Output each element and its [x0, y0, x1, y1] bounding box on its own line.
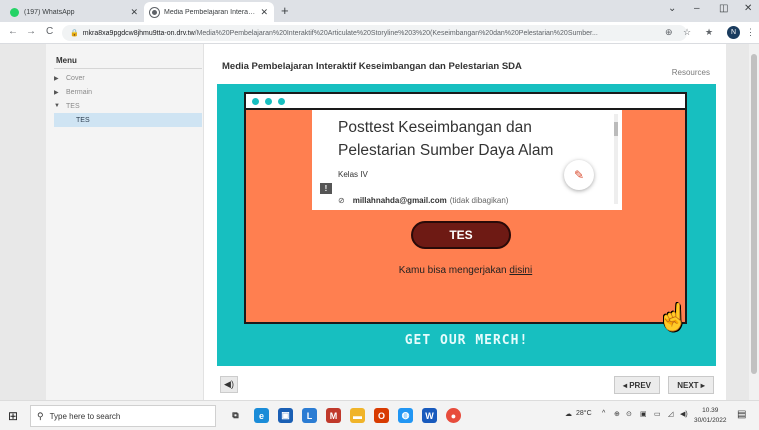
address-bar-row: ← → C 🔒 mkra8xa9pgdcw8jhmu9tta-on.drv.tw…	[0, 22, 759, 44]
tab-title: (197) WhatsApp	[24, 8, 75, 16]
weather-temp[interactable]: 28°C	[576, 410, 592, 417]
storyline-player: Menu ▶ Cover ▶ Bermain ▼ TES TES Media P…	[46, 44, 726, 400]
minimize-button[interactable]: –	[694, 3, 700, 14]
window-dot	[265, 98, 272, 105]
file-explorer-icon[interactable]: ▬	[350, 408, 365, 423]
pencil-icon[interactable]: ✎	[564, 160, 594, 190]
form-email-row: ⊘ millahnahda@gmail.com (tidak dibagikan…	[338, 196, 508, 205]
page-viewport: Menu ▶ Cover ▶ Bermain ▼ TES TES Media P…	[0, 44, 759, 400]
merch-banner[interactable]: GET OUR MERCH!	[217, 333, 716, 348]
forward-button[interactable]: →	[26, 26, 36, 37]
profile-avatar[interactable]: N	[727, 26, 740, 39]
menu-item-label: Bermain	[66, 88, 93, 96]
menu-item-cover[interactable]: ▶ Cover	[54, 71, 202, 85]
menu-divider	[54, 68, 202, 69]
close-tab-icon[interactable]: ✕	[260, 7, 268, 18]
slide-title: Media Pembelajaran Interaktif Keseimbang…	[222, 61, 522, 72]
reload-button[interactable]: C	[46, 26, 53, 37]
close-tab-icon[interactable]: ✕	[130, 7, 138, 18]
new-tab-button[interactable]: +	[281, 3, 289, 18]
expand-arrow-icon: ▶	[54, 89, 59, 96]
bookmark-star-icon[interactable]: ☆	[683, 27, 691, 38]
menu-item-bermain[interactable]: ▶ Bermain	[54, 85, 202, 99]
mcafee-icon[interactable]: M	[326, 408, 341, 423]
volume-button[interactable]: ◀)	[220, 376, 238, 393]
slide-canvas: Posttest Keseimbangan dan Pelestarian Su…	[217, 84, 716, 366]
search-icon: ⚲	[37, 410, 44, 421]
chrome-icon[interactable]: ●	[446, 408, 461, 423]
eye-off-icon: ⊘	[338, 196, 345, 205]
google-form-preview[interactable]: Posttest Keseimbangan dan Pelestarian Su…	[312, 110, 622, 210]
weather-icon: ☁	[565, 411, 572, 418]
tray-app-icon[interactable]: ⊕	[614, 410, 620, 418]
windows-start-icon[interactable]: ⊞	[8, 409, 18, 423]
browser-menu-icon[interactable]: ⋮	[746, 27, 755, 38]
form-not-shared: (tidak dibagikan)	[449, 196, 509, 205]
clock-time: 10.39	[702, 407, 719, 414]
tray-app-icon[interactable]: ⊙	[626, 410, 632, 418]
menu-title: Menu	[56, 56, 77, 65]
url-input[interactable]: 🔒 mkra8xa9pgdcw8jhmu9tta-on.drv.tw/Media…	[62, 25, 687, 41]
system-clock[interactable]: 10.39 30/01/2022	[694, 406, 727, 426]
task-view-icon[interactable]: ⧉	[228, 408, 243, 423]
window-titlebar	[244, 92, 687, 110]
url-domain: mkra8xa9pgdcw8jhmu9tta-on.drv.tw	[82, 29, 195, 37]
tray-chevron-icon[interactable]: ^	[602, 410, 605, 417]
pointing-hand-icon: ☝	[657, 302, 690, 332]
search-placeholder: Type here to search	[49, 411, 121, 421]
menu-subitem-tes[interactable]: TES	[54, 113, 202, 127]
word-app-icon[interactable]: L	[302, 408, 317, 423]
window-dot	[252, 98, 259, 105]
zoom-icon[interactable]: ⊕	[665, 27, 673, 38]
notification-icon[interactable]: ▤	[737, 409, 746, 420]
report-icon[interactable]: !	[320, 183, 332, 194]
prev-button[interactable]: ◂ PREV	[614, 376, 660, 394]
close-window-button[interactable]: ✕	[744, 3, 752, 14]
tab-search-icon[interactable]: ⌄	[668, 3, 676, 14]
expand-arrow-icon: ▶	[54, 75, 59, 82]
taskbar-search-input[interactable]: ⚲ Type here to search	[30, 405, 216, 427]
collapse-arrow-icon: ▼	[54, 103, 60, 109]
whatsapp-icon	[10, 7, 19, 17]
browser-window-illustration: Posttest Keseimbangan dan Pelestarian Su…	[244, 92, 687, 324]
menu-item-tes[interactable]: ▼ TES	[54, 99, 202, 113]
battery-icon[interactable]: ▭	[654, 410, 661, 418]
form-title: Posttest Keseimbangan dan Pelestarian Su…	[338, 119, 554, 159]
globe-app-icon[interactable]: ◍	[398, 408, 413, 423]
browser-tab-strip: (197) WhatsApp ✕ Media Pembelajaran Inte…	[0, 0, 759, 22]
back-button[interactable]: ←	[8, 26, 18, 37]
page-scrollbar[interactable]	[749, 44, 759, 400]
office-icon[interactable]: O	[374, 408, 389, 423]
menu-sidebar: Menu ▶ Cover ▶ Bermain ▼ TES TES	[46, 44, 204, 400]
menu-item-label: TES	[66, 102, 80, 110]
globe-icon	[150, 7, 159, 17]
speaker-icon[interactable]: ◀)	[680, 410, 688, 418]
disini-link[interactable]: disini	[509, 265, 532, 276]
form-email: millahnahda@gmail.com	[352, 196, 447, 205]
tab-title: Media Pembelajaran Interaktif Ke	[164, 8, 257, 16]
menu-item-label: Cover	[66, 74, 85, 82]
resources-button[interactable]: Resources	[672, 68, 710, 77]
extensions-icon[interactable]: ★	[705, 27, 713, 38]
network-icon[interactable]: ◿	[668, 410, 673, 418]
lock-icon: 🔒	[70, 30, 79, 37]
edge-icon[interactable]: e	[254, 408, 269, 423]
word-icon[interactable]: W	[422, 408, 437, 423]
restore-button[interactable]: ◫	[719, 3, 728, 14]
url-path: /Media%20Pembelajaran%20Interaktif%20Art…	[194, 29, 598, 37]
tab-media-pembelajaran[interactable]: Media Pembelajaran Interaktif Ke ✕	[144, 2, 274, 22]
form-class-label: Kelas IV	[338, 170, 368, 179]
form-scrollbar[interactable]	[614, 114, 618, 204]
clock-date: 30/01/2022	[694, 417, 727, 424]
tab-whatsapp[interactable]: (197) WhatsApp ✕	[4, 2, 144, 22]
tray-app-icon[interactable]: ▣	[640, 410, 647, 418]
windows-taskbar: ⊞ ⚲ Type here to search ⧉ e ▣ L M ▬ O ◍ …	[0, 400, 759, 430]
prompt-label: Kamu bisa mengerjakan	[398, 265, 510, 276]
tes-button[interactable]: TES	[411, 221, 511, 249]
window-dot	[278, 98, 285, 105]
store-icon[interactable]: ▣	[278, 408, 293, 423]
prompt-text: Kamu bisa mengerjakan disini	[246, 265, 685, 276]
next-button[interactable]: NEXT ▸	[668, 376, 714, 394]
